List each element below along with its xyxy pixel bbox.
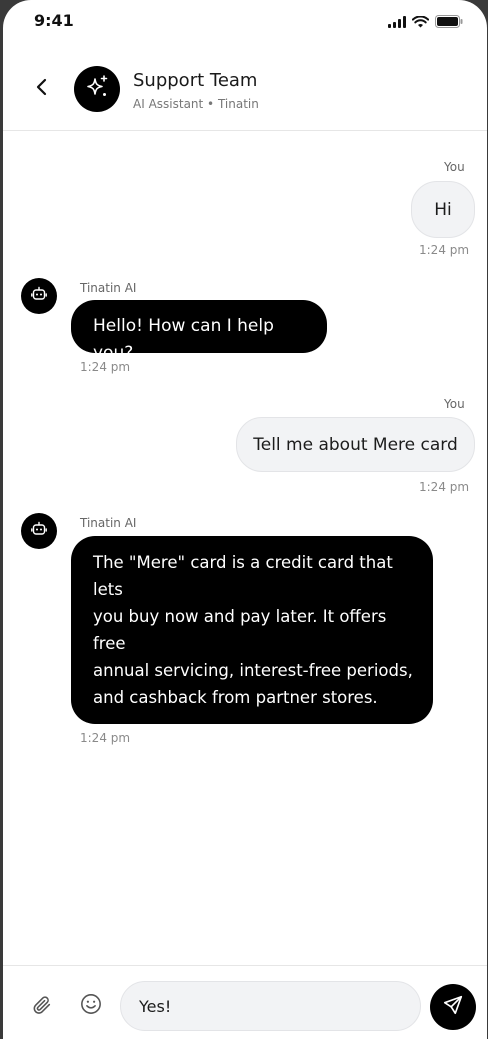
status-bar: 9:41	[3, 0, 487, 44]
sender-label: Tinatin AI	[80, 516, 137, 530]
robot-icon	[31, 286, 47, 306]
team-avatar	[74, 66, 120, 112]
chat-title: Support Team	[133, 70, 258, 91]
status-icons	[388, 13, 463, 32]
chat-subtitle: AI Assistant • Tinatin	[133, 97, 259, 111]
sender-label: You	[444, 160, 465, 174]
message-timestamp: 1:24 pm	[80, 360, 131, 374]
bot-avatar	[21, 278, 57, 314]
message-timestamp: 1:24 pm	[80, 731, 131, 745]
attach-button[interactable]	[29, 994, 55, 1020]
message-text: Hi	[434, 199, 452, 220]
user-message-bubble: Tell me about Mere card	[236, 417, 475, 472]
chevron-left-icon	[35, 78, 49, 100]
chat-screen: 9:41 Support Team AI Assistant • Tinatin…	[3, 0, 487, 1039]
message-text: Tell me about Mere card	[253, 434, 458, 455]
paperclip-icon	[31, 994, 53, 1020]
message-text: The "Mere" card is a credit card that le…	[93, 553, 413, 761]
back-button[interactable]	[29, 76, 55, 102]
send-button[interactable]	[430, 984, 476, 1030]
status-time: 9:41	[34, 11, 74, 30]
message-timestamp: 1:24 pm	[419, 480, 470, 494]
user-message-bubble: Hi	[411, 181, 475, 238]
chat-header: Support Team AI Assistant • Tinatin	[3, 56, 487, 131]
send-icon	[442, 994, 464, 1020]
message-timestamp: 1:24 pm	[419, 243, 470, 257]
bot-avatar	[21, 513, 57, 549]
signal-icon	[388, 13, 406, 32]
wifi-icon	[411, 13, 430, 32]
sender-label: You	[444, 397, 465, 411]
composer-bar	[3, 965, 487, 1039]
battery-icon	[435, 13, 463, 32]
emoji-button[interactable]	[78, 993, 104, 1019]
message-text: Hello! How can I help you?	[93, 316, 274, 363]
bot-message-bubble: The "Mere" card is a credit card that le…	[71, 536, 433, 761]
bot-message-bubble: Hello! How can I help you?	[71, 300, 327, 363]
sender-label: Tinatin AI	[80, 281, 137, 295]
device-frame: 9:41 Support Team AI Assistant • Tinatin…	[0, 0, 488, 1039]
message-input[interactable]	[120, 981, 421, 1031]
robot-icon	[31, 521, 47, 541]
sparkles-icon	[84, 74, 110, 104]
smiley-icon	[80, 993, 102, 1019]
